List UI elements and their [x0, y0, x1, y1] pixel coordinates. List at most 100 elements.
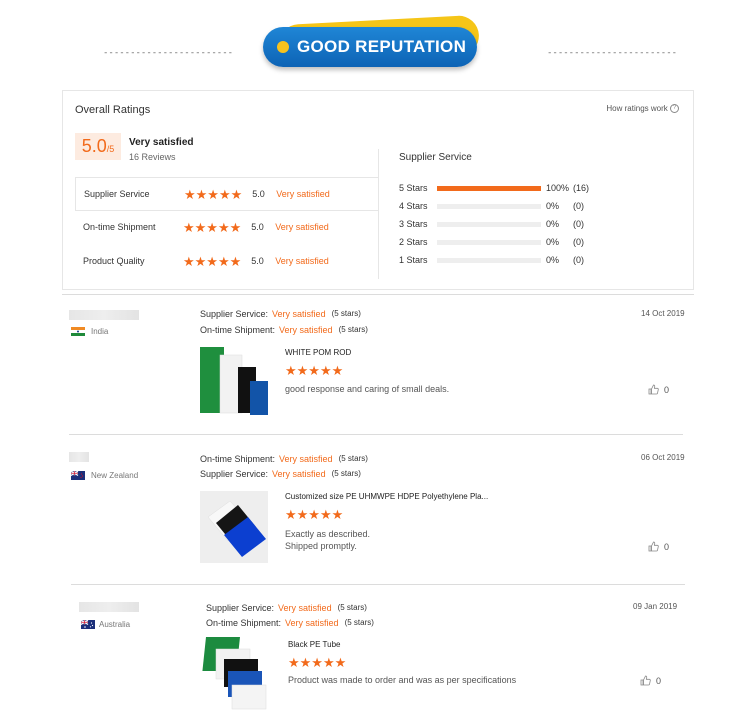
- review-text: Shipped promptly.: [285, 541, 357, 551]
- review-stars: ★★★★★: [285, 363, 344, 378]
- review-date: 06 Oct 2019: [641, 453, 685, 462]
- distribution-label: 4 Stars: [399, 201, 428, 211]
- distribution-row: 5 Stars 100% (16): [399, 182, 589, 194]
- rating-count: (5 stars): [331, 309, 361, 318]
- review-text: Product was made to order and was as per…: [288, 675, 517, 685]
- reviewer-name-blurred: [69, 310, 139, 320]
- rating-count: (5 stars): [338, 454, 368, 463]
- reviewer-country: Australia: [99, 620, 131, 629]
- banner-dashes-right: ------------------------: [547, 48, 678, 58]
- rating-key: Supplier Service:: [200, 309, 269, 319]
- review-rating-line: On-time Shipment: Very satisfied (5 star…: [200, 325, 368, 335]
- reputation-banner: ------------------------ ---------------…: [0, 14, 750, 70]
- product-thumbnail[interactable]: [200, 347, 268, 415]
- product-name[interactable]: Customized size PE UHMWPE HDPE Polyethyl…: [285, 492, 488, 501]
- metric-supplier-service: Supplier Service ★★★★★ 5.0 Very satisfie…: [75, 177, 379, 211]
- distribution-percent: 0%: [546, 255, 560, 265]
- metric-value: 5.0: [251, 256, 264, 266]
- rating-count: (5 stars): [337, 603, 367, 612]
- metric-text: Very satisfied: [276, 189, 330, 199]
- product-thumbnail[interactable]: [202, 637, 272, 711]
- rating-count: (5 stars): [331, 469, 361, 478]
- like-button[interactable]: 0: [648, 384, 669, 395]
- review-separator: [62, 294, 694, 295]
- banner-dot-icon: [277, 41, 289, 53]
- distribution-bar: [437, 257, 541, 263]
- reviewer-country: India: [91, 327, 109, 336]
- rating-value: Very satisfied: [279, 454, 333, 464]
- rating-value: Very satisfied: [279, 325, 333, 335]
- metric-label: On-time Shipment: [83, 222, 156, 232]
- overall-score-max: /5: [106, 144, 115, 154]
- distribution-count: (0): [573, 237, 584, 247]
- rating-key: On-time Shipment:: [200, 454, 276, 464]
- distribution-percent: 0%: [546, 237, 560, 247]
- banner-dashes-left: ------------------------: [103, 48, 234, 58]
- like-button[interactable]: 0: [648, 541, 669, 552]
- distribution-percent: 0%: [546, 219, 560, 229]
- rating-key: Supplier Service:: [200, 469, 269, 479]
- thumbs-up-icon: [648, 384, 659, 395]
- metric-text: Very satisfied: [275, 256, 329, 266]
- review-rating-line: On-time Shipment: Very satisfied (5 star…: [206, 618, 374, 628]
- distribution-count: (0): [573, 255, 584, 265]
- review-rating-line: Supplier Service: Very satisfied (5 star…: [200, 309, 361, 319]
- review-rating-line: On-time Shipment: Very satisfied (5 star…: [200, 454, 368, 464]
- distribution-label: 2 Stars: [399, 237, 428, 247]
- metric-stars: ★★★★★: [183, 253, 242, 269]
- reviewer-country: New Zealand: [91, 471, 139, 480]
- like-button[interactable]: 0: [640, 675, 661, 686]
- product-name[interactable]: Black PE Tube: [288, 640, 340, 649]
- distribution-row: 3 Stars 0% (0): [399, 218, 584, 230]
- like-count: 0: [664, 384, 670, 395]
- review-text: Exactly as described.: [285, 529, 371, 539]
- how-ratings-work-link[interactable]: How ratings work ?: [606, 104, 679, 114]
- rating-key: On-time Shipment:: [206, 618, 282, 628]
- distribution-bar-fill: [437, 185, 541, 191]
- overall-review-count: 16 Reviews: [129, 152, 176, 162]
- product-thumbnail[interactable]: [200, 491, 268, 563]
- overall-ratings-heading: Overall Ratings: [75, 104, 151, 116]
- metric-label: Product Quality: [83, 256, 145, 266]
- rating-value: Very satisfied: [272, 469, 326, 479]
- distribution-bar: [437, 221, 541, 227]
- review-date: 14 Oct 2019: [641, 309, 685, 318]
- distribution-count: (16): [573, 183, 590, 193]
- distribution-row: 4 Stars 0% (0): [399, 200, 584, 212]
- rating-value: Very satisfied: [278, 603, 332, 613]
- rating-key: On-time Shipment:: [200, 325, 276, 335]
- like-count: 0: [656, 675, 662, 686]
- overall-score-label: Very satisfied: [129, 137, 194, 148]
- distribution-bar: [437, 185, 541, 191]
- metric-product-quality: Product Quality ★★★★★ 5.0 Very satisfied: [75, 244, 379, 278]
- review-stars: ★★★★★: [288, 655, 347, 670]
- banner-title: GOOD REPUTATION: [297, 37, 467, 56]
- review-separator: [69, 434, 683, 435]
- metric-value: 5.0: [251, 222, 264, 232]
- overall-score: 5.0: [81, 136, 107, 156]
- metric-on-time-shipment: On-time Shipment ★★★★★ 5.0 Very satisfie…: [75, 210, 379, 244]
- metric-stars: ★★★★★: [184, 186, 243, 202]
- how-ratings-work-label: How ratings work: [606, 104, 668, 113]
- review-stars: ★★★★★: [285, 507, 344, 522]
- distribution-row: 2 Stars 0% (0): [399, 236, 584, 248]
- rating-count: (5 stars): [344, 618, 374, 627]
- review-separator: [71, 584, 685, 585]
- new-zealand-flag-icon: [71, 471, 85, 480]
- distribution-row: 1 Stars 0% (0): [399, 254, 584, 266]
- product-name[interactable]: WHITE POM ROD: [285, 348, 351, 357]
- rating-count: (5 stars): [338, 325, 368, 334]
- rating-value: Very satisfied: [285, 618, 339, 628]
- ratings-divider: [378, 149, 379, 279]
- distribution-label: 3 Stars: [399, 219, 428, 229]
- overall-ratings-card: Overall Ratings How ratings work ? 5.0/5…: [62, 90, 694, 290]
- reviewer-name-blurred: [69, 452, 89, 462]
- review-rating-line: Supplier Service: Very satisfied (5 star…: [200, 469, 361, 479]
- info-icon: ?: [670, 104, 679, 114]
- distribution-count: (0): [573, 201, 584, 211]
- overall-score-box: 5.0/5: [75, 133, 121, 160]
- reviewer-name-blurred: [79, 602, 139, 612]
- metric-value: 5.0: [252, 189, 265, 199]
- thumbs-up-icon: [640, 675, 651, 686]
- banner-pill: GOOD REPUTATION: [263, 27, 477, 67]
